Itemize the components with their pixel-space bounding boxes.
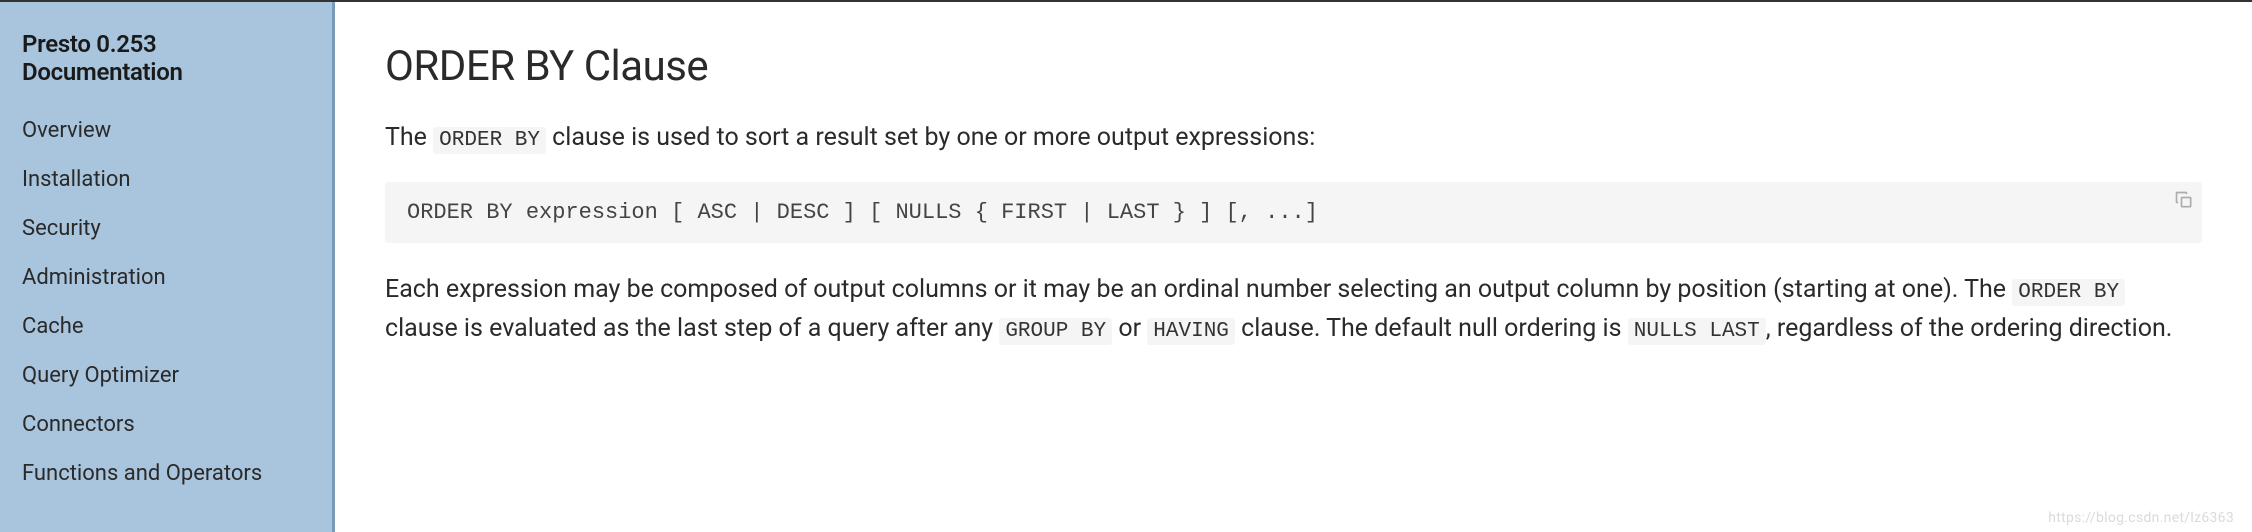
watermark: https://blog.csdn.net/lz6363 [2048, 510, 2234, 526]
sidebar-item-security[interactable]: Security [22, 204, 310, 253]
sidebar-item-connectors[interactable]: Connectors [22, 400, 310, 449]
body-text-2: clause is evaluated as the last step of … [385, 314, 999, 343]
syntax-code-block: ORDER BY expression [ ASC | DESC ] [ NUL… [385, 182, 2202, 243]
sidebar-item-cache[interactable]: Cache [22, 302, 310, 351]
sidebar-item-query-optimizer[interactable]: Query Optimizer [22, 351, 310, 400]
body-text-4: clause. The default null ordering is [1235, 314, 1628, 343]
body-text-1: Each expression may be composed of outpu… [385, 275, 2012, 304]
sidebar-item-administration[interactable]: Administration [22, 253, 310, 302]
page-title: ORDER BY Clause [385, 42, 2202, 91]
code-order-by-2: ORDER BY [2012, 279, 2125, 306]
main-content: ORDER BY Clause The ORDER BY clause is u… [335, 2, 2252, 532]
sidebar-item-overview[interactable]: Overview [22, 106, 310, 155]
code-group-by: GROUP BY [999, 318, 1112, 345]
intro-text-prefix: The [385, 123, 433, 152]
sidebar-nav: Presto 0.253 Documentation Overview Inst… [0, 2, 335, 532]
body-text-3: or [1112, 314, 1147, 343]
code-nulls-last: NULLS LAST [1628, 318, 1766, 345]
body-text-5: , regardless of the ordering direction. [1766, 314, 2173, 343]
copy-icon[interactable] [2174, 190, 2194, 210]
code-block-wrapper: ORDER BY expression [ ASC | DESC ] [ NUL… [385, 182, 2202, 243]
sidebar-title[interactable]: Presto 0.253 Documentation [22, 30, 310, 86]
code-order-by: ORDER BY [433, 127, 546, 154]
intro-text-suffix: clause is used to sort a result set by o… [546, 123, 1315, 152]
sidebar-item-installation[interactable]: Installation [22, 155, 310, 204]
sidebar-item-functions-operators[interactable]: Functions and Operators [22, 449, 310, 498]
intro-paragraph: The ORDER BY clause is used to sort a re… [385, 119, 2202, 158]
body-paragraph: Each expression may be composed of outpu… [385, 271, 2202, 349]
code-having: HAVING [1147, 318, 1235, 345]
